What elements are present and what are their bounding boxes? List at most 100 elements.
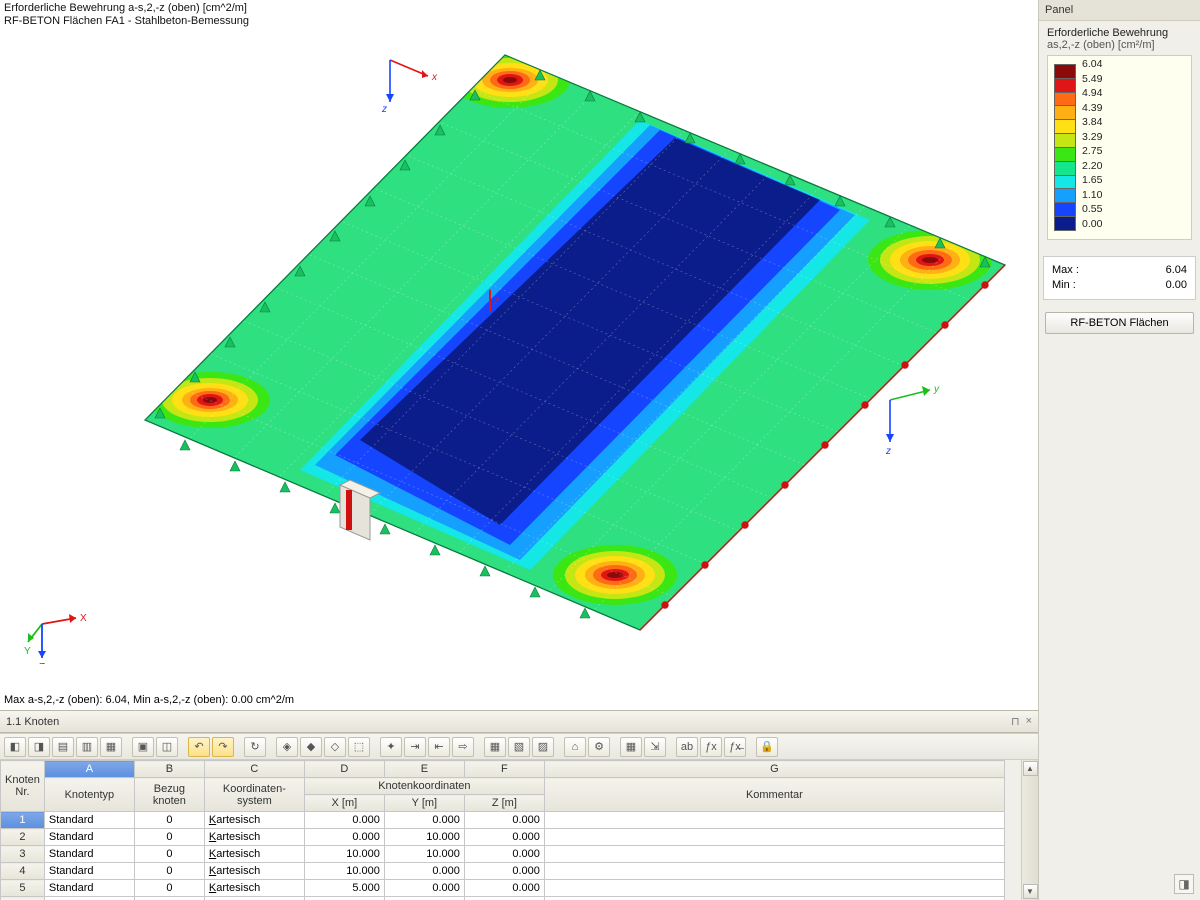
toolbar-button[interactable]: ⬚ xyxy=(348,737,370,757)
col-letter[interactable]: G xyxy=(544,761,1004,778)
cell-x[interactable]: 10.000 xyxy=(304,846,384,863)
col-letter[interactable]: A xyxy=(44,761,134,778)
col-group-header[interactable]: Knotentyp xyxy=(44,778,134,812)
cell-typ[interactable]: Standard xyxy=(44,846,134,863)
col-group-header[interactable]: Bezugknoten xyxy=(134,778,204,812)
cell-bezug[interactable]: 0 xyxy=(134,846,204,863)
row-number[interactable]: 3 xyxy=(1,846,45,863)
nodes-table[interactable]: KnotenNr.ABCDEFGKnotentypBezugknotenKoor… xyxy=(0,760,1005,900)
cell-sys[interactable]: Kartesisch xyxy=(204,829,304,846)
close-icon[interactable]: × xyxy=(1026,715,1032,728)
cell-y[interactable]: 10.000 xyxy=(384,897,464,900)
cell-y[interactable]: 0.000 xyxy=(384,812,464,829)
col-knoten-nr[interactable]: KnotenNr. xyxy=(1,761,45,812)
toolbar-button[interactable]: ◇ xyxy=(324,737,346,757)
cell-bezug[interactable]: 0 xyxy=(134,897,204,900)
cell-y[interactable]: 0.000 xyxy=(384,880,464,897)
cell-k[interactable] xyxy=(544,829,1004,846)
col-letter[interactable]: E xyxy=(384,761,464,778)
toolbar-button[interactable]: ✦ xyxy=(380,737,402,757)
cell-bezug[interactable]: 0 xyxy=(134,880,204,897)
cell-sys[interactable]: Kartesisch xyxy=(204,846,304,863)
cell-k[interactable] xyxy=(544,880,1004,897)
cell-y[interactable]: 10.000 xyxy=(384,846,464,863)
toolbar-button[interactable]: ⌂ xyxy=(564,737,586,757)
toolbar-button[interactable]: ↻ xyxy=(244,737,266,757)
toolbar-button[interactable]: ⇨ xyxy=(452,737,474,757)
cell-typ[interactable]: Standard xyxy=(44,880,134,897)
cell-bezug[interactable]: 0 xyxy=(134,829,204,846)
toolbar-button[interactable]: ▥ xyxy=(76,737,98,757)
toolbar-button[interactable]: ▧ xyxy=(508,737,530,757)
cell-x[interactable]: 0.000 xyxy=(304,829,384,846)
toolbar-button[interactable]: ⇤ xyxy=(428,737,450,757)
toolbar-button[interactable]: 🔒 xyxy=(756,737,778,757)
rf-beton-button[interactable]: RF-BETON Flächen xyxy=(1045,312,1194,334)
cell-sys[interactable]: Kartesisch xyxy=(204,812,304,829)
table-row[interactable]: 2Standard0Kartesisch0.00010.0000.000 xyxy=(1,829,1005,846)
cell-y[interactable]: 10.000 xyxy=(384,829,464,846)
table-row[interactable]: 4Standard0Kartesisch10.0000.0000.000 xyxy=(1,863,1005,880)
col-group-header[interactable]: Koordinaten-system xyxy=(204,778,304,812)
toolbar-button[interactable]: ƒx̶ xyxy=(724,737,746,757)
table-row[interactable]: 1Standard0Kartesisch0.0000.0000.000 xyxy=(1,812,1005,829)
row-number[interactable]: 6 xyxy=(1,897,45,900)
row-number[interactable]: 4 xyxy=(1,863,45,880)
col-group-header[interactable]: X [m] xyxy=(304,795,384,812)
toolbar-button[interactable]: ƒx xyxy=(700,737,722,757)
scroll-up-icon[interactable]: ▲ xyxy=(1023,761,1038,776)
cell-x[interactable]: 10.000 xyxy=(304,863,384,880)
row-number[interactable]: 1 xyxy=(1,812,45,829)
row-number[interactable]: 5 xyxy=(1,880,45,897)
col-group-header[interactable]: Kommentar xyxy=(544,778,1004,812)
toolbar-button[interactable]: ▨ xyxy=(532,737,554,757)
toolbar-button[interactable]: ▣ xyxy=(132,737,154,757)
toolbar-button[interactable]: ▦ xyxy=(484,737,506,757)
toolbar-button[interactable]: ▤ xyxy=(52,737,74,757)
cell-z[interactable]: 0.000 xyxy=(464,897,544,900)
cell-k[interactable] xyxy=(544,846,1004,863)
toolbar-button[interactable]: ◈ xyxy=(276,737,298,757)
table-row[interactable]: 5Standard0Kartesisch5.0000.0000.000 xyxy=(1,880,1005,897)
toolbar-button[interactable]: ↶ xyxy=(188,737,210,757)
cell-x[interactable]: 5.000 xyxy=(304,880,384,897)
cell-sys[interactable]: Kartesisch xyxy=(204,897,304,900)
scroll-down-icon[interactable]: ▼ xyxy=(1023,884,1038,899)
cell-k[interactable] xyxy=(544,897,1004,900)
toolbar-button[interactable]: ▦ xyxy=(100,737,122,757)
table-row[interactable]: 3Standard0Kartesisch10.00010.0000.000 xyxy=(1,846,1005,863)
cell-z[interactable]: 0.000 xyxy=(464,812,544,829)
toolbar-button[interactable]: ◧ xyxy=(4,737,26,757)
cell-z[interactable]: 0.000 xyxy=(464,880,544,897)
cell-sys[interactable]: Kartesisch xyxy=(204,863,304,880)
table-scrollbar[interactable]: ▲ ▼ xyxy=(1021,760,1038,900)
row-number[interactable]: 2 xyxy=(1,829,45,846)
cell-k[interactable] xyxy=(544,812,1004,829)
cell-bezug[interactable]: 0 xyxy=(134,812,204,829)
col-group-header[interactable]: Knotenkoordinaten xyxy=(304,778,544,795)
toolbar-button[interactable]: ▦ xyxy=(620,737,642,757)
toolbar-button[interactable]: ◨ xyxy=(28,737,50,757)
cell-typ[interactable]: Standard xyxy=(44,897,134,900)
cell-z[interactable]: 0.000 xyxy=(464,846,544,863)
cell-x[interactable]: 0.000 xyxy=(304,812,384,829)
col-letter[interactable]: C xyxy=(204,761,304,778)
cell-bezug[interactable]: 0 xyxy=(134,863,204,880)
toolbar-button[interactable]: ◫ xyxy=(156,737,178,757)
table-row[interactable]: 6Standard0Kartesisch5.00010.0000.000 xyxy=(1,897,1005,900)
panel-collapse-icon[interactable]: ◨ xyxy=(1174,874,1194,894)
toolbar-button[interactable]: ab xyxy=(676,737,698,757)
cell-sys[interactable]: Kartesisch xyxy=(204,880,304,897)
toolbar-button[interactable]: ⚙ xyxy=(588,737,610,757)
cell-k[interactable] xyxy=(544,863,1004,880)
col-letter[interactable]: D xyxy=(304,761,384,778)
col-group-header[interactable]: Z [m] xyxy=(464,795,544,812)
col-letter[interactable]: B xyxy=(134,761,204,778)
cell-y[interactable]: 0.000 xyxy=(384,863,464,880)
cell-z[interactable]: 0.000 xyxy=(464,829,544,846)
toolbar-button[interactable]: ↷ xyxy=(212,737,234,757)
toolbar-button[interactable]: ⇲ xyxy=(644,737,666,757)
col-group-header[interactable]: Y [m] xyxy=(384,795,464,812)
model-viewport[interactable]: Erforderliche Bewehrung a-s,2,-z (oben) … xyxy=(0,0,1038,710)
cell-typ[interactable]: Standard xyxy=(44,829,134,846)
